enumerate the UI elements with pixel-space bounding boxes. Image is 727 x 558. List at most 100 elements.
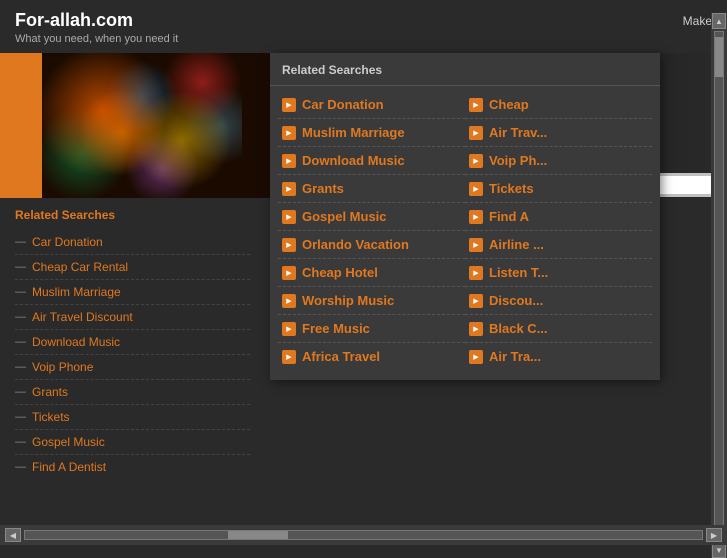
overlay-item-grants[interactable]: Grants: [278, 175, 465, 203]
sidebar-item-download-music[interactable]: — Download Music: [15, 330, 250, 355]
overlay-link[interactable]: Voip Ph...: [489, 153, 547, 168]
overlay-link[interactable]: Airline ...: [489, 237, 544, 252]
scroll-track[interactable]: [714, 31, 724, 540]
scroll-up-button[interactable]: ▲: [712, 13, 726, 29]
main-content: Related Searches — Car Donation — Cheap …: [0, 198, 727, 518]
orange-arrow-icon: [469, 210, 483, 224]
orange-arrow-icon: [469, 322, 483, 336]
scroll-right-button[interactable]: ▶: [706, 528, 722, 542]
orange-arrow-icon: [282, 126, 296, 140]
arrow-icon: —: [15, 311, 26, 323]
overlay-link[interactable]: Orlando Vacation: [302, 237, 409, 252]
overlay-item-car-donation[interactable]: Car Donation: [278, 91, 465, 119]
sidebar: Related Searches — Car Donation — Cheap …: [0, 198, 265, 518]
overlay-link[interactable]: Tickets: [489, 181, 534, 196]
sidebar-item-gospel[interactable]: — Gospel Music: [15, 430, 250, 455]
arrow-icon: —: [15, 286, 26, 298]
site-title: For-allah.com: [15, 10, 178, 31]
orange-arrow-icon: [282, 238, 296, 252]
overlay-link[interactable]: Gospel Music: [302, 209, 387, 224]
arrow-icon: —: [15, 361, 26, 373]
sidebar-item-cheap-car[interactable]: — Cheap Car Rental: [15, 255, 250, 280]
sidebar-item-voip[interactable]: — Voip Phone: [15, 355, 250, 380]
overlay-item-voip[interactable]: Voip Ph...: [465, 147, 652, 175]
overlay-link[interactable]: Air Trav...: [489, 125, 547, 140]
orange-arrow-icon: [469, 350, 483, 364]
orange-arrow-icon: [282, 350, 296, 364]
orange-arrow-icon: [469, 294, 483, 308]
sidebar-item-muslim-marriage[interactable]: — Muslim Marriage: [15, 280, 250, 305]
overlay-link[interactable]: Cheap Hotel: [302, 265, 378, 280]
overlay-item-black-c[interactable]: Black C...: [465, 315, 652, 343]
overlay-item-listen[interactable]: Listen T...: [465, 259, 652, 287]
overlay-item-free-music[interactable]: Free Music: [278, 315, 465, 343]
sidebar-link[interactable]: Grants: [32, 385, 68, 399]
orange-arrow-icon: [469, 238, 483, 252]
overlay-link[interactable]: Listen T...: [489, 265, 548, 280]
overlay-link[interactable]: Worship Music: [302, 293, 394, 308]
overlay-item-muslim[interactable]: Muslim Marriage: [278, 119, 465, 147]
overlay-item-airline[interactable]: Airline ...: [465, 231, 652, 259]
vertical-scrollbar[interactable]: ▲ ▼: [711, 13, 727, 558]
overlay-item-gospel[interactable]: Gospel Music: [278, 203, 465, 231]
overlay-link[interactable]: Muslim Marriage: [302, 125, 405, 140]
sidebar-item-air-travel[interactable]: — Air Travel Discount: [15, 305, 250, 330]
sidebar-link[interactable]: Gospel Music: [32, 435, 105, 449]
site-tagline: What you need, when you need it: [15, 33, 178, 45]
orange-arrow-icon: [469, 154, 483, 168]
sidebar-item-grants[interactable]: — Grants: [15, 380, 250, 405]
sidebar-link[interactable]: Voip Phone: [32, 360, 93, 374]
sidebar-link[interactable]: Tickets: [32, 410, 70, 424]
overlay-link[interactable]: Free Music: [302, 321, 370, 336]
arrow-icon: —: [15, 436, 26, 448]
overlay-item-cheap[interactable]: Cheap: [465, 91, 652, 119]
orange-bar: [0, 53, 42, 198]
logo-area: For-allah.com What you need, when you ne…: [15, 10, 178, 45]
overlay-item-air-trav[interactable]: Air Trav...: [465, 119, 652, 147]
arrow-icon: —: [15, 236, 26, 248]
sidebar-link[interactable]: Car Donation: [32, 235, 103, 249]
overlay-item-find-a[interactable]: Find A: [465, 203, 652, 231]
overlay-link[interactable]: Download Music: [302, 153, 405, 168]
overlay-link[interactable]: Africa Travel: [302, 349, 380, 364]
sidebar-link[interactable]: Air Travel Discount: [32, 310, 133, 324]
header: For-allah.com What you need, when you ne…: [0, 0, 727, 53]
orange-arrow-icon: [469, 182, 483, 196]
sidebar-link[interactable]: Muslim Marriage: [32, 285, 121, 299]
overlay-link[interactable]: Air Tra...: [489, 349, 541, 364]
sidebar-item-dentist[interactable]: — Find A Dentist: [15, 455, 250, 479]
sidebar-item-car-donation[interactable]: — Car Donation: [15, 230, 250, 255]
sidebar-title: Related Searches: [15, 208, 250, 222]
orange-arrow-icon: [282, 210, 296, 224]
overlay-link[interactable]: Grants: [302, 181, 344, 196]
overlay-link[interactable]: Car Donation: [302, 97, 384, 112]
scroll-thumb[interactable]: [715, 37, 723, 77]
orange-arrow-icon: [282, 182, 296, 196]
horizontal-track[interactable]: [24, 530, 703, 540]
scroll-left-button[interactable]: ◀: [5, 528, 21, 542]
overlay-item-tickets[interactable]: Tickets: [465, 175, 652, 203]
orange-arrow-icon: [282, 294, 296, 308]
arrow-icon: —: [15, 336, 26, 348]
overlay-item-discount[interactable]: Discou...: [465, 287, 652, 315]
overlay-item-air-tra[interactable]: Air Tra...: [465, 343, 652, 370]
overlay-item-cheap-hotel[interactable]: Cheap Hotel: [278, 259, 465, 287]
overlay-link[interactable]: Black C...: [489, 321, 548, 336]
sidebar-link[interactable]: Download Music: [32, 335, 120, 349]
overlay-link[interactable]: Discou...: [489, 293, 543, 308]
orange-arrow-icon: [282, 154, 296, 168]
sidebar-link[interactable]: Cheap Car Rental: [32, 260, 128, 274]
sidebar-item-tickets[interactable]: — Tickets: [15, 405, 250, 430]
make-link[interactable]: Make: [683, 14, 712, 28]
overlay-item-download-music[interactable]: Download Music: [278, 147, 465, 175]
horizontal-scrollbar[interactable]: ◀ ▶: [0, 525, 727, 545]
overlay-link[interactable]: Cheap: [489, 97, 529, 112]
sidebar-link[interactable]: Find A Dentist: [32, 460, 106, 474]
horizontal-thumb[interactable]: [228, 531, 288, 539]
overlay-item-orlando[interactable]: Orlando Vacation: [278, 231, 465, 259]
overlay-item-worship[interactable]: Worship Music: [278, 287, 465, 315]
overlay-item-africa[interactable]: Africa Travel: [278, 343, 465, 370]
arrow-icon: —: [15, 261, 26, 273]
orange-arrow-icon: [282, 98, 296, 112]
overlay-link[interactable]: Find A: [489, 209, 529, 224]
